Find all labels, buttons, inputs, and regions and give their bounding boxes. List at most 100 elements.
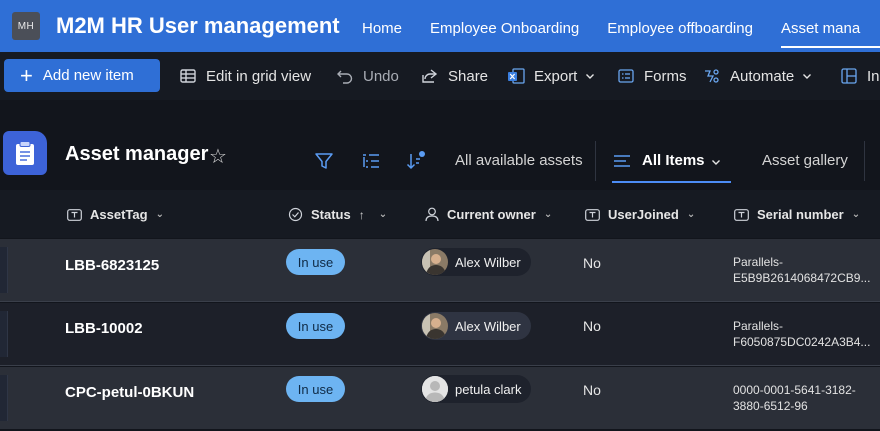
table-row[interactable]: LBB-6823125 In use Alex Wilber No Parall…: [0, 239, 880, 301]
active-view-indicator: [612, 181, 731, 183]
avatar: [422, 376, 448, 402]
status-badge: In use: [286, 313, 345, 339]
site-title[interactable]: M2M HR User management: [56, 13, 340, 39]
forms-label: Forms: [644, 67, 687, 85]
owner-persona[interactable]: Alex Wilber: [421, 312, 531, 340]
nav-employee-onboarding[interactable]: Employee Onboarding: [430, 0, 579, 52]
table-row[interactable]: CPC-petul-0BKUN In use petula clark No 0…: [0, 367, 880, 429]
chevron-down-icon: ⌄: [155, 209, 164, 220]
add-new-item-label: Add new item: [42, 67, 134, 84]
owner-name: petula clark: [455, 381, 522, 397]
text-field-icon: [734, 208, 749, 221]
serial-line: 0000-0001-5641-3182-: [733, 383, 856, 397]
serial-line: E5B9B2614068472CB9...: [733, 271, 871, 285]
person-icon: [425, 207, 439, 222]
undo-label: Undo: [363, 67, 399, 85]
chevron-down-icon: [803, 74, 812, 79]
asset-tag-cell[interactable]: LBB-6823125: [65, 257, 159, 274]
text-field-icon: [585, 208, 600, 221]
sort-icon[interactable]: [405, 151, 425, 171]
column-label: Status: [311, 207, 351, 222]
share-label: Share: [448, 67, 489, 85]
chevron-down-icon: ⌄: [851, 209, 861, 220]
automate-button[interactable]: Automate: [703, 52, 812, 100]
owner-persona[interactable]: Alex Wilber: [421, 248, 531, 276]
site-header: MH M2M HR User management Home Employee …: [0, 0, 880, 52]
row-divider: [0, 301, 880, 302]
column-header-assettag[interactable]: AssetTag ⌄: [67, 207, 164, 222]
column-label: UserJoined: [608, 207, 679, 222]
serial-number-cell: 0000-0001-5641-3182- 3880-6512-96: [733, 382, 873, 414]
nav-asset-manager[interactable]: Asset mana: [780, 0, 880, 52]
share-button[interactable]: Share: [421, 52, 488, 100]
view-divider: [864, 141, 865, 181]
integrate-icon: [840, 67, 858, 85]
automate-label: Automate: [730, 67, 795, 85]
userjoined-cell: No: [583, 382, 601, 398]
choice-icon: [288, 207, 303, 222]
status-badge: In use: [286, 249, 345, 275]
column-header-status[interactable]: Status ↑ ⌄: [288, 207, 387, 222]
owner-persona[interactable]: petula clark: [421, 375, 532, 403]
integrate-label: In: [867, 67, 880, 85]
forms-button[interactable]: Forms: [617, 52, 687, 100]
nav-home[interactable]: Home: [362, 0, 402, 52]
chevron-down-icon: ⌄: [543, 209, 553, 220]
edit-grid-view-button[interactable]: Edit in grid view: [179, 52, 311, 100]
serial-line: 3880-6512-96: [733, 399, 808, 413]
avatar: [422, 313, 448, 339]
text-field-icon: [67, 208, 82, 221]
row-select-handle[interactable]: [0, 311, 8, 357]
chevron-down-icon: [586, 74, 595, 79]
top-navigation: Home Employee Onboarding Employee offboa…: [348, 0, 880, 52]
column-label: Serial number: [757, 207, 844, 222]
chevron-down-icon: ⌄: [378, 209, 388, 220]
site-logo[interactable]: MH: [12, 12, 40, 40]
table-row[interactable]: LBB-10002 In use Alex Wilber No Parallel…: [0, 303, 880, 365]
view-all-available-assets[interactable]: All available assets: [455, 152, 583, 169]
sort-ascending-icon: ↑: [358, 207, 365, 222]
userjoined-cell: No: [583, 255, 601, 271]
share-icon: [421, 67, 439, 85]
nav-employee-offboarding[interactable]: Employee offboarding: [607, 0, 753, 52]
row-select-handle[interactable]: [0, 375, 8, 421]
serial-number-cell: Parallels- F6050875DC0242A3B4...: [733, 318, 873, 350]
row-select-handle[interactable]: [0, 247, 8, 293]
column-header-current-owner[interactable]: Current owner ⌄: [425, 207, 552, 222]
asset-tag-cell[interactable]: LBB-10002: [65, 320, 143, 337]
undo-button[interactable]: Undo: [336, 52, 399, 100]
list-title: Asset manager: [65, 143, 209, 165]
automate-icon: [703, 67, 721, 85]
filter-icon[interactable]: [314, 151, 334, 171]
export-label: Export: [534, 67, 578, 85]
integrate-button[interactable]: In: [840, 52, 880, 100]
command-bar: + Add new item Edit in grid view Undo Sh…: [0, 52, 880, 100]
userjoined-cell: No: [583, 318, 601, 334]
column-label: AssetTag: [90, 207, 148, 222]
serial-line: F6050875DC0242A3B4...: [733, 335, 871, 349]
serial-line: Parallels-: [733, 319, 784, 333]
column-header-serial-number[interactable]: Serial number ⌄: [734, 207, 860, 222]
serial-number-cell: Parallels- E5B9B2614068472CB9...: [733, 254, 873, 286]
status-badge: In use: [286, 376, 345, 402]
column-header-userjoined[interactable]: UserJoined ⌄: [585, 207, 695, 222]
asset-tag-cell[interactable]: CPC-petul-0BKUN: [65, 384, 194, 401]
list-view-icon: [614, 155, 630, 167]
plus-icon: +: [20, 62, 33, 88]
chevron-down-icon: ⌄: [686, 209, 696, 220]
row-divider: [0, 365, 880, 366]
avatar: [422, 249, 448, 275]
group-by-icon[interactable]: [361, 151, 381, 171]
export-button[interactable]: Export: [507, 52, 595, 100]
view-all-items[interactable]: All Items: [642, 152, 705, 169]
favorite-star-icon[interactable]: ☆: [209, 144, 227, 169]
chevron-down-icon[interactable]: [711, 157, 721, 167]
view-asset-gallery[interactable]: Asset gallery: [762, 152, 848, 169]
add-new-item-button[interactable]: + Add new item: [4, 59, 160, 92]
grid-icon: [179, 67, 197, 85]
owner-name: Alex Wilber: [455, 254, 521, 270]
view-divider: [595, 141, 596, 181]
edit-grid-view-label: Edit in grid view: [206, 67, 312, 85]
serial-line: Parallels-: [733, 255, 784, 269]
owner-name: Alex Wilber: [455, 318, 521, 334]
